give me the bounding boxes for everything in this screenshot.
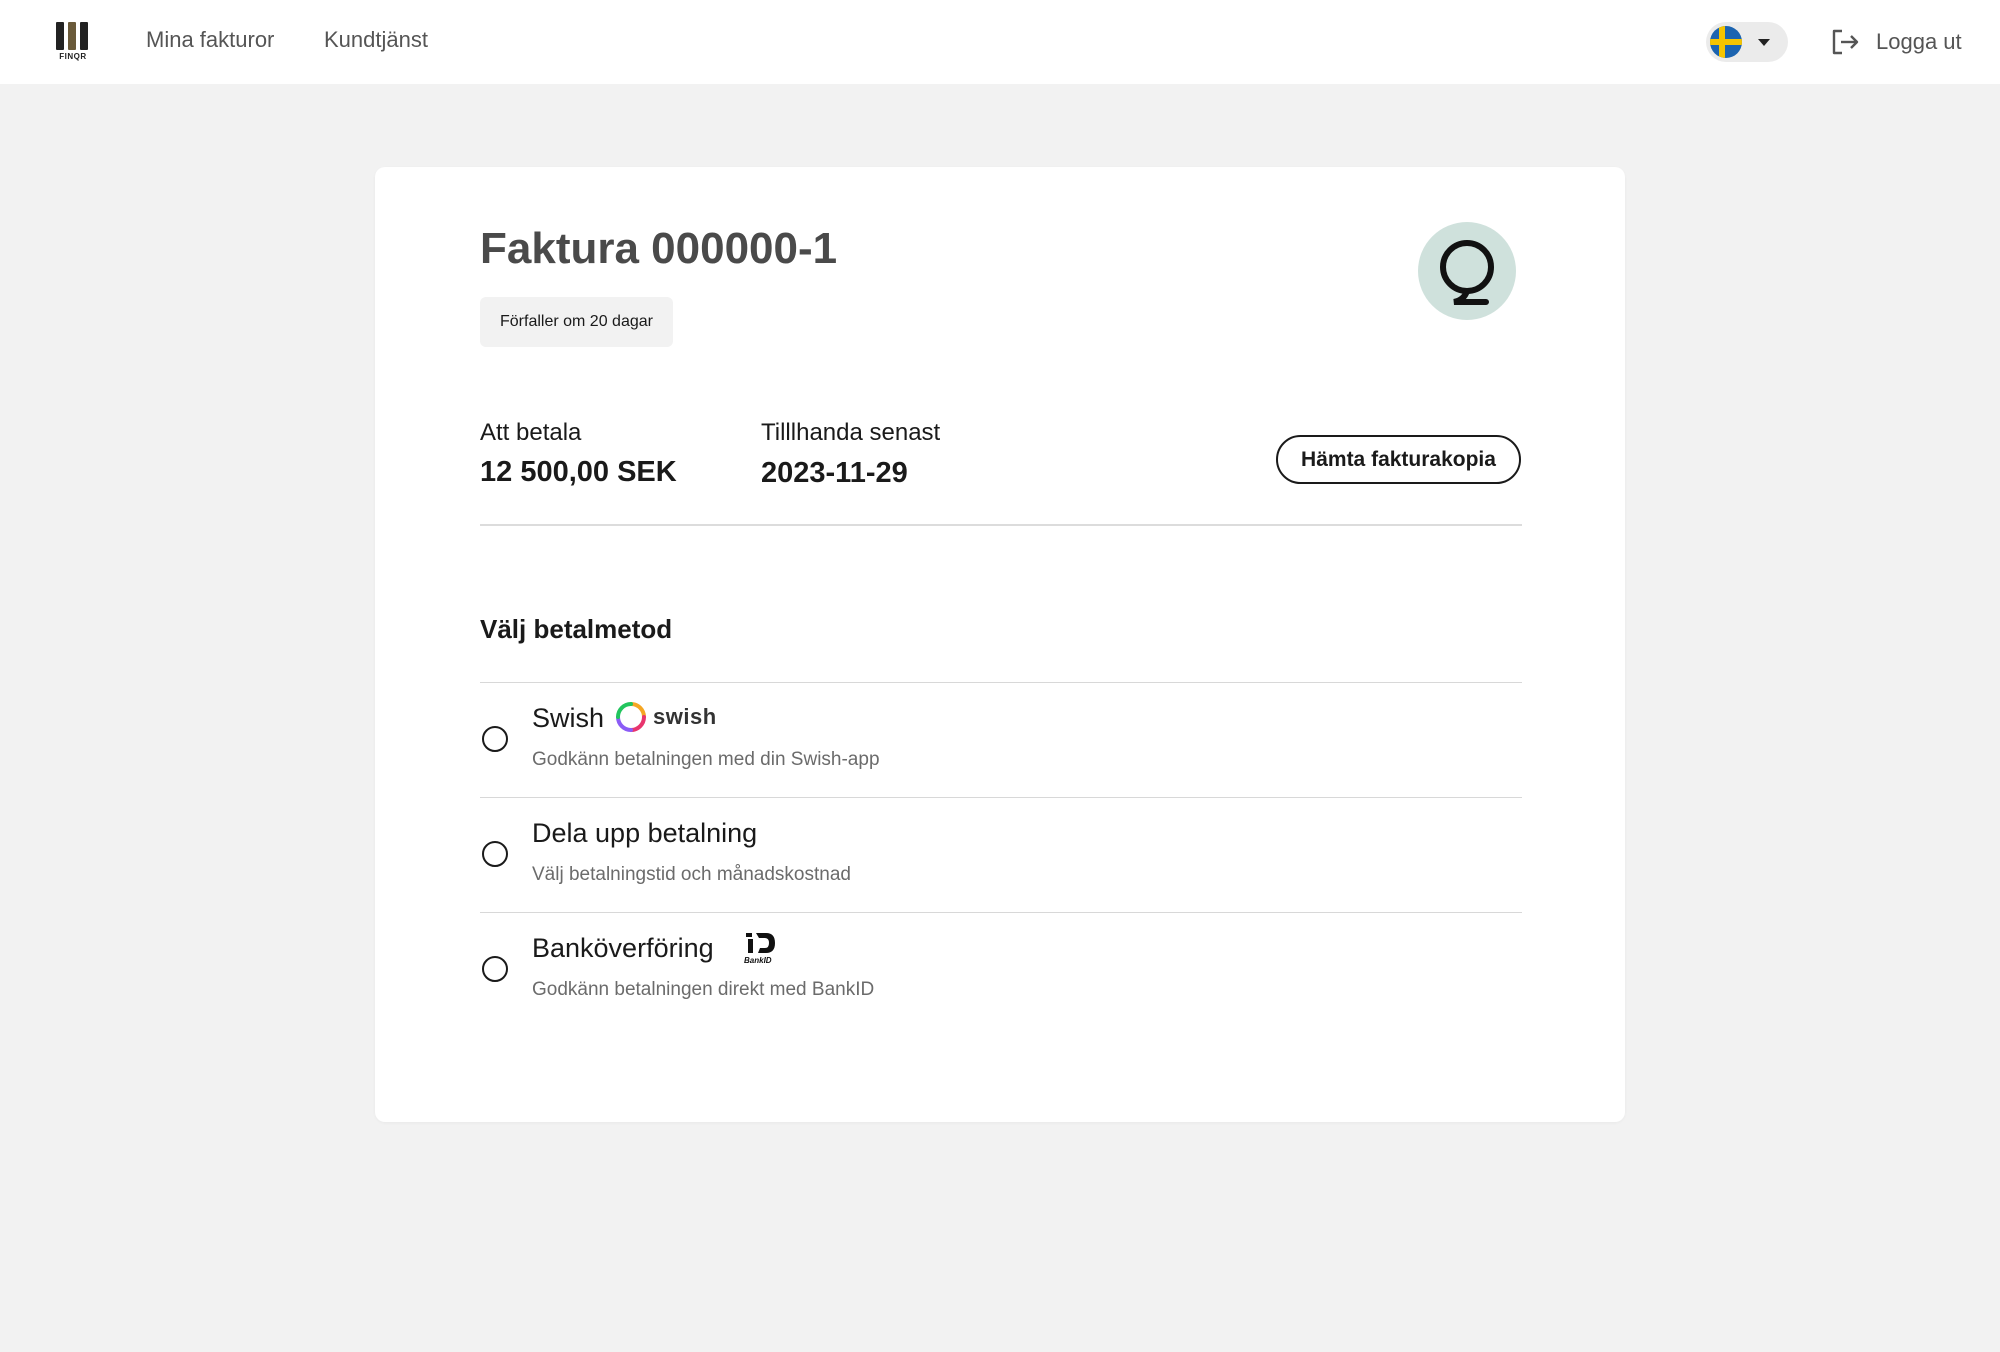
payment-method-heading: Välj betalmetod	[480, 614, 673, 644]
brand-logo[interactable]: FINQR	[56, 22, 90, 62]
logout-icon	[1832, 29, 1859, 55]
payment-option-split[interactable]: Dela upp betalning Välj betalningstid oc…	[480, 797, 1522, 912]
invoice-title: Faktura 000000-1	[480, 224, 838, 273]
merchant-logo	[1418, 222, 1516, 320]
brand-logo-mark	[56, 22, 90, 50]
payment-option-title: Dela upp betalning	[532, 818, 758, 848]
radio-button[interactable]	[482, 841, 508, 867]
logout-button[interactable]: Logga ut	[1830, 24, 1962, 60]
payment-option-title: Swish	[532, 703, 605, 733]
due-date-value: 2023-11-29	[761, 457, 908, 489]
swish-logo: swish	[615, 701, 717, 733]
payment-option-swish[interactable]: Swish swish Godkänn betalningen med din …	[480, 682, 1522, 797]
payment-option-description: Godkänn betalningen med din Swish-app	[532, 749, 880, 770]
sweden-flag-icon	[1710, 26, 1742, 58]
nav-my-invoices[interactable]: Mina fakturor	[146, 27, 274, 53]
payment-option-description: Välj betalningstid och månadskostnad	[532, 864, 851, 885]
chevron-down-icon	[1758, 38, 1770, 46]
logout-label: Logga ut	[1876, 29, 1962, 54]
due-date-label: Tilllhanda senast	[761, 419, 941, 446]
amount-value: 12 500,00 SEK	[480, 456, 677, 488]
merchant-q-icon	[1440, 240, 1494, 305]
bankid-logo: BankID	[742, 931, 778, 970]
due-status-badge: Förfaller om 20 dagar	[480, 297, 673, 347]
radio-button[interactable]	[482, 956, 508, 982]
invoice-card: Faktura 000000-1 Förfaller om 20 dagar A…	[375, 167, 1625, 1122]
download-invoice-copy-button[interactable]: Hämta fakturakopia	[1276, 435, 1521, 484]
radio-button[interactable]	[482, 726, 508, 752]
payment-method-list: Swish swish Godkänn betalningen med din …	[480, 682, 1522, 1027]
top-bar: FINQR Mina fakturor Kundtjänst Logga ut	[0, 0, 2000, 84]
amount-label: Att betala	[480, 419, 582, 446]
nav-customer-service[interactable]: Kundtjänst	[324, 27, 428, 53]
payment-option-title: Banköverföring	[532, 933, 714, 963]
payment-option-bank-transfer[interactable]: Banköverföring BankID Godkänn betalninge…	[480, 912, 1522, 1027]
divider	[480, 524, 1522, 526]
bankid-logo-text: BankID	[744, 956, 772, 965]
bankid-icon: BankID	[744, 933, 775, 965]
swish-icon	[616, 702, 646, 732]
payment-option-description: Godkänn betalningen direkt med BankID	[532, 979, 875, 1000]
language-selector[interactable]	[1706, 22, 1788, 62]
brand-logo-text: FINQR	[59, 52, 87, 61]
swish-logo-text: swish	[653, 704, 717, 729]
